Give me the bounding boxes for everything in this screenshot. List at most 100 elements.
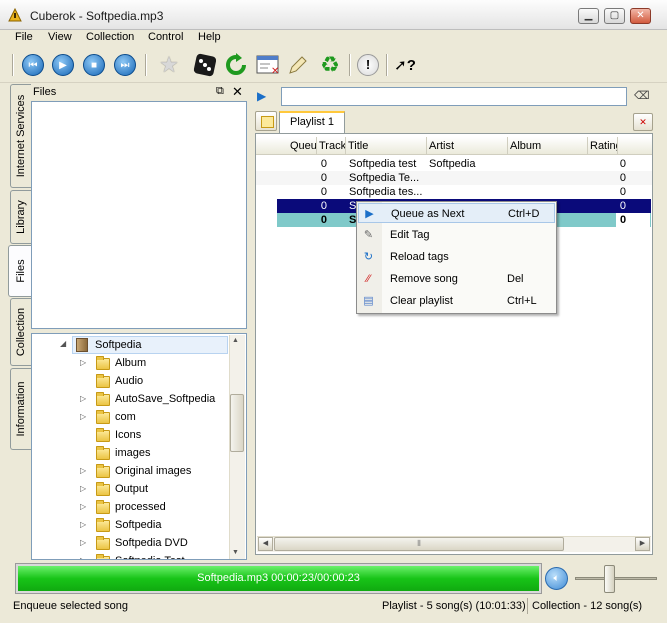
column-header-queue[interactable]: Queue [288, 137, 317, 155]
clear-playlist-toolbar-button[interactable]: ✕ [254, 52, 282, 78]
context-menu-item[interactable]: ▶ Queue as Next Ctrl+D [358, 203, 555, 223]
clear-search-icon[interactable]: ⌫ [634, 89, 650, 102]
expand-arrow-icon[interactable]: ▷ [80, 394, 90, 403]
table-row[interactable]: 0 Softpedia test Softpedia 0 [256, 157, 652, 171]
expand-arrow-icon[interactable]: ▷ [80, 412, 90, 421]
float-panel-icon[interactable]: ⧉ [216, 85, 224, 98]
toolbar-separator [349, 54, 351, 76]
tab-internet-services[interactable]: Internet Services [10, 84, 31, 188]
folder-icon [96, 428, 110, 442]
expand-arrow-icon[interactable]: ▷ [80, 520, 90, 529]
scroll-up-icon[interactable]: ▲ [232, 337, 239, 344]
column-header-track[interactable]: Track [317, 137, 346, 155]
close-playlist-button[interactable]: ✕ [633, 113, 653, 131]
context-menu-item[interactable]: ↻ Reload tags [358, 247, 555, 267]
new-playlist-button[interactable] [255, 111, 277, 131]
tree-item-label[interactable]: Softpedia [115, 516, 161, 534]
tree-item-label[interactable]: Original images [115, 462, 191, 480]
search-input[interactable] [281, 87, 627, 106]
volume-speaker-icon[interactable]: 🔈︎ [545, 567, 568, 590]
context-menu-item[interactable]: ✎ Edit Tag [358, 225, 555, 245]
folder-tree[interactable]: ◢ Softpedia ▷ Album Audio ▷ AutoSave_Softped… [31, 333, 247, 560]
cell-rating: 0 [619, 200, 626, 212]
toolbar-separator [12, 54, 14, 76]
tab-collection[interactable]: Collection [10, 298, 31, 366]
tree-item-label[interactable]: Audio [115, 372, 143, 390]
tree-item-label[interactable]: images [115, 444, 150, 462]
column-header-album[interactable]: Album [508, 137, 588, 155]
minimize-button[interactable]: ▁ [578, 8, 599, 24]
folder-icon [96, 500, 110, 514]
cell-queue [288, 213, 317, 227]
scroll-right-icon[interactable]: ▶ [635, 537, 650, 551]
close-panel-icon[interactable]: ✕ [232, 84, 243, 100]
files-upper-pane[interactable] [31, 101, 247, 329]
expand-arrow-icon[interactable]: ▷ [80, 358, 90, 367]
column-header-artist[interactable]: Artist [427, 137, 508, 155]
context-menu-label: Edit Tag [390, 229, 430, 241]
column-header-title[interactable]: Title [346, 137, 427, 155]
context-menu-item[interactable]: ⁄⁄ Remove song Del [358, 269, 555, 289]
whats-this-button[interactable]: ➚? [391, 52, 419, 78]
stop-button[interactable]: ■ [80, 52, 108, 78]
tree-item-label[interactable]: AutoSave_Softpedia [115, 390, 215, 408]
tab-playlist-1[interactable]: Playlist 1 [279, 111, 345, 133]
table-row[interactable]: 0 Softpedia Te... 0 [256, 171, 652, 185]
rating-star-button[interactable]: ★ [155, 52, 183, 78]
tree-item-label[interactable]: Album [115, 354, 146, 372]
status-message: Enqueue selected song [13, 600, 128, 612]
expand-arrow-icon[interactable]: ▷ [80, 484, 90, 493]
cell-title: Softpedia tes... [349, 186, 423, 198]
info-button[interactable]: ! [354, 52, 382, 78]
folder-icon [96, 464, 110, 478]
context-menu-shortcut: Del [507, 273, 524, 285]
close-window-button[interactable]: ✕ [630, 8, 651, 24]
cell-album [510, 171, 590, 185]
column-header-rating[interactable]: Rating [588, 137, 618, 155]
tree-item-label[interactable]: processed [115, 498, 166, 516]
volume-slider-thumb[interactable] [604, 565, 615, 593]
repeat-button[interactable] [222, 52, 250, 78]
context-menu-label: Remove song [390, 273, 458, 285]
menu-collection[interactable]: Collection [84, 30, 136, 47]
maximize-button[interactable]: ▢ [604, 8, 625, 24]
cell-artist [429, 185, 509, 199]
horizontal-scroll-thumb[interactable]: ⦀ [274, 537, 564, 551]
shuffle-button[interactable] [191, 52, 219, 78]
play-icon: ▶ [52, 54, 74, 76]
volume-slider-track[interactable] [575, 577, 657, 580]
cell-queue [288, 185, 317, 199]
recycle-button[interactable]: ♻ [316, 52, 344, 78]
tab-information[interactable]: Information [10, 368, 31, 450]
tree-item-label[interactable]: Icons [115, 426, 141, 444]
tree-item-label[interactable]: Softpedia Test [115, 552, 185, 559]
tab-library[interactable]: Library [10, 190, 31, 244]
expand-arrow-icon[interactable]: ▷ [80, 556, 90, 559]
scroll-left-icon[interactable]: ◀ [258, 537, 273, 551]
context-menu-item[interactable]: ▤ Clear playlist Ctrl+L [358, 291, 555, 311]
collapse-arrow-icon[interactable]: ◢ [60, 339, 70, 348]
menu-help[interactable]: Help [196, 30, 223, 47]
edit-button[interactable] [284, 52, 312, 78]
menu-file[interactable]: File [13, 30, 35, 47]
menu-control[interactable]: Control [146, 30, 185, 47]
tree-item-label[interactable]: com [115, 408, 136, 426]
expand-arrow-icon[interactable]: ▷ [80, 502, 90, 511]
scroll-down-icon[interactable]: ▼ [232, 549, 239, 556]
tree-item-label[interactable]: Output [115, 480, 148, 498]
menu-view[interactable]: View [46, 30, 74, 47]
folder-icon [96, 446, 110, 460]
folder-icon [96, 410, 110, 424]
cell-artist [429, 171, 509, 185]
stop-icon: ■ [83, 54, 105, 76]
next-button[interactable]: ⏭ [111, 52, 139, 78]
folder-icon [96, 536, 110, 550]
tree-item-label[interactable]: Softpedia DVD [115, 534, 188, 552]
play-button[interactable]: ▶ [49, 52, 77, 78]
expand-arrow-icon[interactable]: ▷ [80, 466, 90, 475]
tree-scroll-thumb[interactable] [230, 394, 244, 452]
tab-files[interactable]: Files [8, 245, 32, 297]
table-row[interactable]: 0 Softpedia tes... 0 [256, 185, 652, 199]
expand-arrow-icon[interactable]: ▷ [80, 538, 90, 547]
previous-button[interactable]: ⏮ [19, 52, 47, 78]
